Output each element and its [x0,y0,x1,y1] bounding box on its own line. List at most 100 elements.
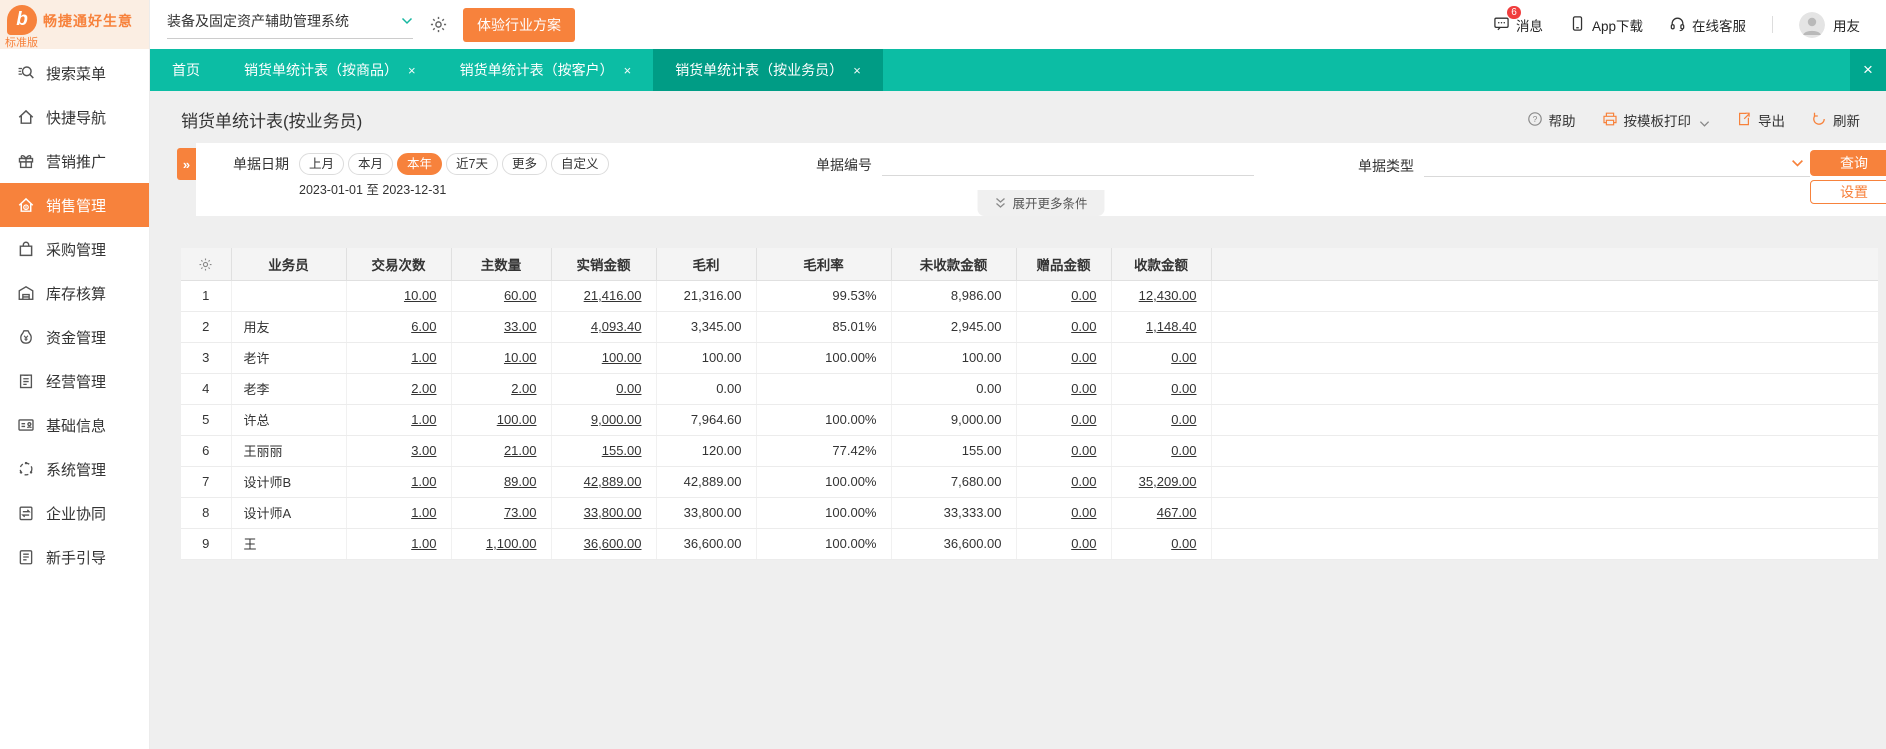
messages-button[interactable]: 消息 6 [1493,4,1543,35]
value-link-cell[interactable]: 467.00 [1111,497,1212,529]
value-link-cell[interactable]: 3.00 [346,435,452,467]
tab-by-product[interactable]: 销货单统计表（按商品） × [222,49,438,91]
value-link-cell[interactable]: 1.00 [346,342,452,374]
value-link-cell[interactable]: 0.00 [1111,528,1212,560]
trial-solution-button[interactable]: 体验行业方案 [463,7,575,42]
value-link-cell[interactable]: 10.00 [346,280,452,312]
table-row: 6 王丽丽 3.00 21.00 155.00 120.00 77.42% 155.00 0.0… [181,435,1878,467]
date-option-pill[interactable]: 近7天 [446,153,498,175]
doc-type-select[interactable] [1424,153,1810,177]
value-link-cell[interactable]: 0.00 [1111,342,1212,374]
close-icon[interactable]: × [408,64,416,77]
collapse-filter-button[interactable]: » [177,148,196,180]
value-link-cell[interactable]: 21,416.00 [551,280,657,312]
chevron-down-icon[interactable] [1699,116,1710,127]
date-option-pill[interactable]: 上月 [299,153,345,175]
refresh-button[interactable]: 刷新 [1811,110,1860,130]
value-link-cell[interactable]: 155.00 [551,435,657,467]
divider [1772,16,1773,33]
value-link-cell[interactable]: 0.00 [1016,497,1112,529]
value-cell: 8,986.00 [891,280,1017,312]
system-select[interactable]: 装备及固定资产辅助管理系统 [167,11,413,39]
value-link-cell[interactable]: 100.00 [551,342,657,374]
help-button[interactable]: ? 帮助 [1527,110,1576,130]
report-table: 业务员 交易次数 主数量 实销金额 毛利 毛利率 未收款金额 赠品金额 收款金额 1 10.00 6… [181,248,1878,560]
sidebar-item-operations-mgmt[interactable]: 经营管理 [0,359,149,403]
value-link-cell[interactable]: 0.00 [1111,373,1212,405]
value-link-cell[interactable]: 21.00 [451,435,552,467]
value-link-cell[interactable]: 1,148.40 [1111,311,1212,343]
close-all-tabs-button[interactable]: × [1850,49,1886,91]
value-link-cell[interactable]: 0.00 [1016,342,1112,374]
value-link-cell[interactable]: 60.00 [451,280,552,312]
value-link-cell[interactable]: 1.00 [346,528,452,560]
column-settings-button[interactable] [181,248,232,281]
value-link-cell[interactable]: 1,100.00 [451,528,552,560]
sidebar-item-inventory-mgmt[interactable]: 库存核算 [0,271,149,315]
doc-no-input[interactable] [882,153,1254,176]
value-link-cell[interactable]: 33,800.00 [551,497,657,529]
bag-icon [17,240,35,258]
tab-by-customer[interactable]: 销货单统计表（按客户） × [438,49,654,91]
value-link-cell[interactable]: 6.00 [346,311,452,343]
sidebar-item-beginner-guide[interactable]: 新手引导 [0,535,149,579]
value-link-cell[interactable]: 2.00 [451,373,552,405]
date-option-pill[interactable]: 自定义 [551,153,609,175]
app-download-button[interactable]: App下载 [1569,15,1643,35]
close-icon[interactable]: × [624,64,632,77]
sidebar-item-search-menu[interactable]: 搜索菜单 [0,51,149,95]
value-link-cell[interactable]: 1.00 [346,404,452,436]
export-button[interactable]: 导出 [1736,110,1785,130]
column-header: 主数量 [451,248,552,281]
value-link-cell[interactable]: 33.00 [451,311,552,343]
sidebar-item-marketing[interactable]: 营销推广 [0,139,149,183]
expand-more-button[interactable]: 展开更多条件 [977,190,1105,216]
date-option-pill[interactable]: 本年 [397,153,443,175]
value-link-cell[interactable]: 1.00 [346,466,452,498]
value-link-cell[interactable]: 1.00 [346,497,452,529]
sidebar-item-funds-mgmt[interactable]: 资金管理 [0,315,149,359]
value-link-cell[interactable]: 0.00 [1016,435,1112,467]
value-link-cell[interactable]: 0.00 [551,373,657,405]
online-service-button[interactable]: 在线客服 [1669,15,1746,35]
value-link-cell[interactable]: 89.00 [451,466,552,498]
top-header: 装备及固定资产辅助管理系统 体验行业方案 消息 6 App下载 在线客服 用友 [150,0,1886,49]
value-link-cell[interactable]: 0.00 [1016,466,1112,498]
tab-home[interactable]: 首页 [150,49,222,91]
value-link-cell[interactable]: 0.00 [1111,404,1212,436]
date-option-pill[interactable]: 更多 [502,153,548,175]
value-link-cell[interactable]: 4,093.40 [551,311,657,343]
value-link-cell[interactable]: 10.00 [451,342,552,374]
date-filter-group: 单据日期 上月 本月 本年 近7天 更多 自定义 2023-01-01 至 2023-12… [233,153,609,198]
gear-icon[interactable] [429,15,448,34]
value-link-cell[interactable]: 36,600.00 [551,528,657,560]
sidebar-item-basic-info[interactable]: 基础信息 [0,403,149,447]
value-link-cell[interactable]: 100.00 [451,404,552,436]
value-link-cell[interactable]: 0.00 [1016,311,1112,343]
print-by-template-button[interactable]: 按模板打印 [1602,110,1711,130]
query-button[interactable]: 查询 [1810,150,1886,176]
sidebar-item-quick-nav[interactable]: 快捷导航 [0,95,149,139]
column-header: 业务员 [231,248,347,281]
export-label: 导出 [1758,114,1785,129]
value-link-cell[interactable]: 0.00 [1016,280,1112,312]
value-link-cell[interactable]: 12,430.00 [1111,280,1212,312]
sidebar-item-system-mgmt[interactable]: 系统管理 [0,447,149,491]
settings-button[interactable]: 设置 [1810,180,1886,204]
value-link-cell[interactable]: 73.00 [451,497,552,529]
value-link-cell[interactable]: 9,000.00 [551,404,657,436]
sidebar-item-enterprise-collab[interactable]: 企业协同 [0,491,149,535]
value-link-cell[interactable]: 35,209.00 [1111,466,1212,498]
tab-by-salesperson[interactable]: 销货单统计表（按业务员） × [653,49,883,91]
sidebar-item-purchase-mgmt[interactable]: 采购管理 [0,227,149,271]
sidebar-item-sales-mgmt[interactable]: 销售管理 [0,183,149,227]
value-link-cell[interactable]: 42,889.00 [551,466,657,498]
date-option-pill[interactable]: 本月 [348,153,394,175]
value-link-cell[interactable]: 0.00 [1016,528,1112,560]
value-link-cell[interactable]: 0.00 [1016,373,1112,405]
close-icon[interactable]: × [853,64,861,77]
value-link-cell[interactable]: 0.00 [1016,404,1112,436]
value-link-cell[interactable]: 0.00 [1111,435,1212,467]
value-link-cell[interactable]: 2.00 [346,373,452,405]
user-menu[interactable]: 用友 [1799,11,1860,38]
